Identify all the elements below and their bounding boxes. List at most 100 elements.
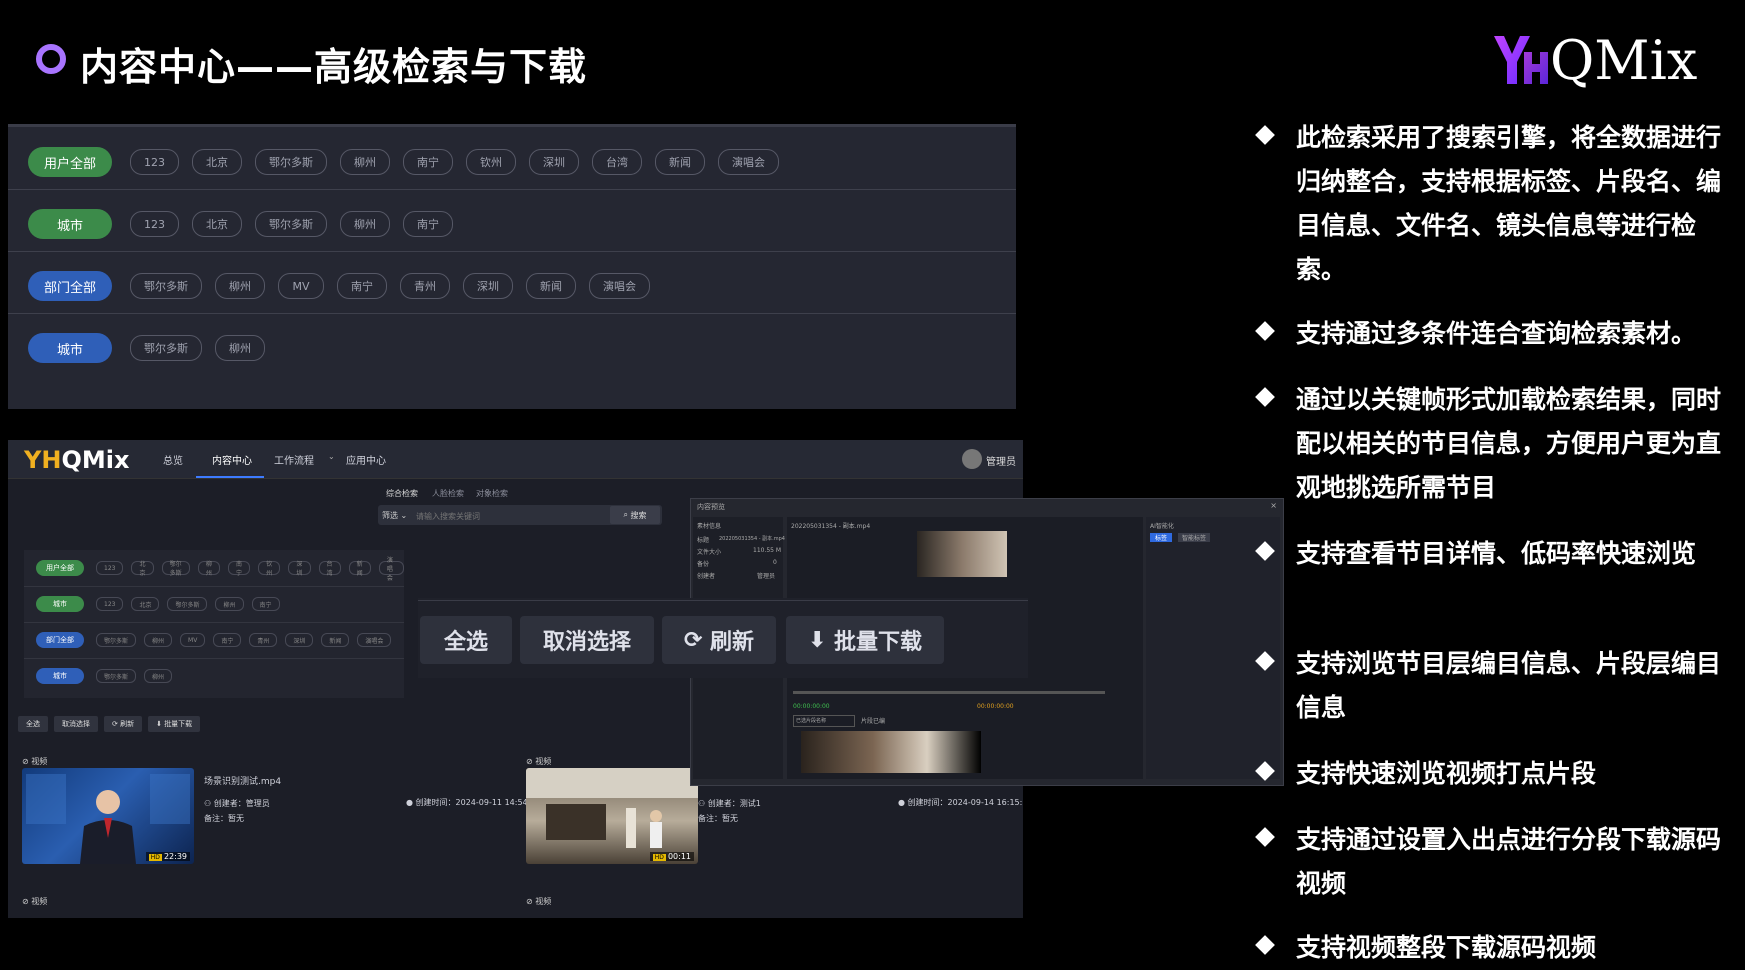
mini-filter-button[interactable]: 城市 <box>36 668 84 684</box>
mini-filter-chip[interactable]: 鄂尔多斯 <box>96 669 137 683</box>
tab-tags[interactable]: 标签 <box>1150 533 1173 542</box>
mini-filter-chip[interactable]: 钦州 <box>258 561 281 577</box>
mini-refresh-button[interactable]: ⟳ 刷新 <box>104 716 143 732</box>
filter-chip[interactable]: 台湾 <box>592 149 642 175</box>
filter-chip[interactable]: 南宁 <box>403 149 453 175</box>
filter-button[interactable]: 城市 <box>28 209 112 239</box>
chevron-down-icon[interactable]: ⌄ <box>328 452 335 461</box>
filter-chip[interactable]: 123 <box>130 149 179 175</box>
duration-badge: HD 00:11 <box>649 852 694 861</box>
mini-filter-chip[interactable]: 柳州 <box>144 669 173 683</box>
mini-filter-chip[interactable]: 南宁 <box>251 597 280 611</box>
info-key: 备份 <box>697 561 710 568</box>
filter-chip[interactable]: 鄂尔多斯 <box>130 335 202 361</box>
close-icon[interactable]: × <box>1270 501 1277 510</box>
select-all-button[interactable]: 全选 <box>420 616 512 664</box>
mini-filter-chip[interactable]: 南宁 <box>228 561 251 577</box>
mini-filter-chip[interactable]: 深圳 <box>288 561 311 577</box>
video-type-label: ⊘ 视频 <box>22 897 48 906</box>
mini-chip-list: 123 北京 鄂尔多斯 柳州 南宁 <box>96 597 280 611</box>
mini-filter-chip[interactable]: MV <box>180 633 206 647</box>
mini-filter-button[interactable]: 城市 <box>36 596 84 612</box>
filter-chip[interactable]: 演唱会 <box>718 149 779 175</box>
filter-chip[interactable]: 鄂尔多斯 <box>255 149 327 175</box>
download-icon: ⬇ <box>156 720 165 728</box>
keyframe-strip[interactable] <box>801 731 981 773</box>
filter-chip[interactable]: MV <box>278 273 324 299</box>
filter-chip[interactable]: 演唱会 <box>589 273 650 299</box>
video-note: 备注：暂无 <box>698 814 738 823</box>
filter-chip[interactable]: 南宁 <box>337 273 387 299</box>
diamond-bullet-icon <box>1255 935 1275 955</box>
filter-chip[interactable]: 北京 <box>192 149 242 175</box>
video-thumbnail[interactable]: HD 22:39 <box>22 768 194 864</box>
mini-filter-chip[interactable]: 演唱会 <box>357 633 392 647</box>
filter-chip[interactable]: 柳州 <box>340 211 390 237</box>
filter-chip[interactable]: 新闻 <box>655 149 705 175</box>
mini-filter-chip[interactable]: 鄂尔多斯 <box>161 561 190 577</box>
nav-app-center[interactable]: 应用中心 <box>346 452 386 467</box>
feature-item: 支持视频整段下载源码视频 <box>1255 926 1736 970</box>
mini-filter-chip[interactable]: 青州 <box>249 633 278 647</box>
nav-content-center[interactable]: 内容中心 <box>212 452 252 467</box>
deselect-button[interactable]: 取消选择 <box>520 616 654 664</box>
mini-filter-button[interactable]: 部门全部 <box>36 632 84 648</box>
tab-object-search[interactable]: 对象检索 <box>476 488 508 499</box>
mini-select-all-button[interactable]: 全选 <box>18 716 48 732</box>
mini-filter-chip[interactable]: 柳州 <box>215 597 244 611</box>
filter-button[interactable]: 城市 <box>28 333 112 363</box>
filter-chip[interactable]: 南宁 <box>403 211 453 237</box>
segment-name-input[interactable]: 已选片段名称 <box>793 715 855 727</box>
tab-smart-tags[interactable]: 智能标签 <box>1178 533 1211 542</box>
mini-filter-chip[interactable]: 柳州 <box>197 561 221 577</box>
filter-chip[interactable]: 钦州 <box>466 149 516 175</box>
mini-filter-chip[interactable]: 北京 <box>131 597 160 611</box>
video-filename[interactable]: 场景识别测试.mp4 <box>204 774 281 787</box>
filter-chip[interactable]: 青州 <box>400 273 450 299</box>
preview-video[interactable] <box>917 531 1007 577</box>
mini-filter-chip[interactable]: 南宁 <box>213 633 242 647</box>
app-logo: YHQMix <box>24 446 130 474</box>
video-thumbnail[interactable]: HD 00:11 <box>526 768 698 864</box>
tab-general-search[interactable]: 综合检索 <box>386 488 418 499</box>
filter-chip[interactable]: 新闻 <box>526 273 576 299</box>
mini-filter-chip[interactable]: 新闻 <box>348 561 371 577</box>
filter-chip[interactable]: 鄂尔多斯 <box>130 273 202 299</box>
app-nav-bar: YHQMix 总览 内容中心 工作流程 ⌄ 应用中心 管理员 <box>8 440 1023 479</box>
tab-face-search[interactable]: 人脸检索 <box>432 488 464 499</box>
nav-workflow[interactable]: 工作流程 <box>274 452 314 467</box>
mini-filter-chip[interactable]: 北京 <box>131 561 154 577</box>
filter-chip[interactable]: 北京 <box>192 211 242 237</box>
mini-batch-download-button[interactable]: ⬇ 批量下载 <box>148 716 201 732</box>
filter-chip[interactable]: 深圳 <box>529 149 579 175</box>
mini-filter-chip[interactable]: 柳州 <box>144 633 173 647</box>
nav-overview[interactable]: 总览 <box>163 452 183 467</box>
mini-filter-chip[interactable]: 123 <box>96 597 124 611</box>
filter-button[interactable]: 用户全部 <box>28 147 112 177</box>
user-avatar-icon[interactable] <box>962 449 982 469</box>
mini-filter-chip[interactable]: 深圳 <box>285 633 314 647</box>
timeline-bar[interactable] <box>793 691 1105 694</box>
refresh-button[interactable]: ⟳ 刷新 <box>662 616 776 664</box>
mini-filter-chip[interactable]: 演唱会 <box>378 557 405 582</box>
mini-filter-chip[interactable]: 123 <box>96 561 124 575</box>
search-input[interactable] <box>414 506 608 526</box>
search-filter-select[interactable]: 筛选 ⌄ <box>382 510 407 521</box>
mini-filter-chip[interactable]: 新闻 <box>321 633 350 647</box>
filter-chip[interactable]: 鄂尔多斯 <box>255 211 327 237</box>
filter-chip[interactable]: 柳州 <box>340 149 390 175</box>
filter-button[interactable]: 部门全部 <box>28 271 112 301</box>
filter-chip[interactable]: 柳州 <box>215 335 265 361</box>
batch-download-button[interactable]: ⬇ 批量下载 <box>786 616 944 664</box>
mini-filter-chip[interactable]: 台湾 <box>318 561 341 577</box>
user-name[interactable]: 管理员 <box>986 453 1016 468</box>
filter-chip[interactable]: 深圳 <box>463 273 513 299</box>
mini-deselect-button[interactable]: 取消选择 <box>54 716 98 732</box>
mini-filter-button[interactable]: 用户全部 <box>36 560 84 576</box>
filter-chip[interactable]: 柳州 <box>215 273 265 299</box>
segment-button[interactable]: 片段已编 <box>861 716 885 725</box>
mini-filter-chip[interactable]: 鄂尔多斯 <box>167 597 208 611</box>
mini-filter-chip[interactable]: 鄂尔多斯 <box>96 633 137 647</box>
filter-chip[interactable]: 123 <box>130 211 179 237</box>
search-button[interactable]: ⌕ 搜索 <box>610 506 660 524</box>
